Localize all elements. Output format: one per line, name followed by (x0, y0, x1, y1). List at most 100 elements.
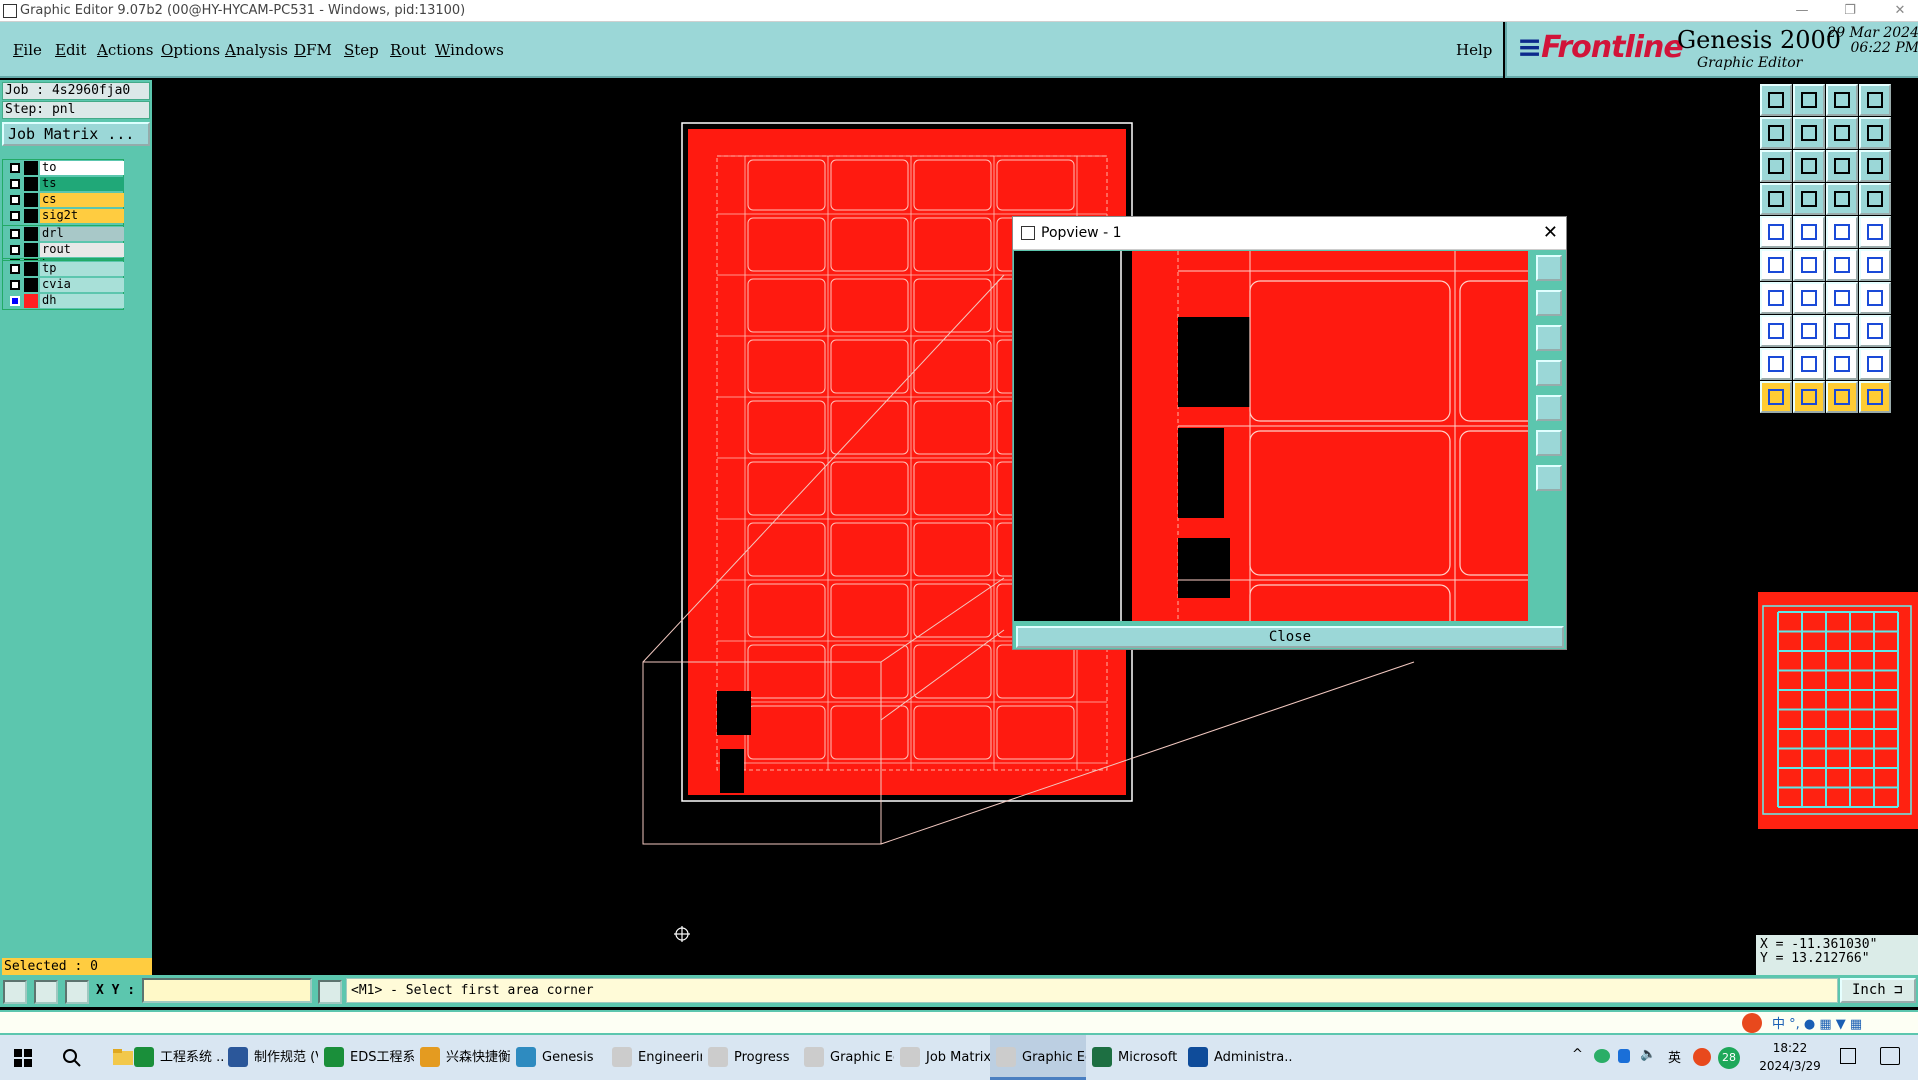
notification-icon[interactable] (1880, 1047, 1900, 1065)
tray-language[interactable]: 英 (1668, 1047, 1681, 1066)
cut-icon[interactable] (1793, 216, 1825, 248)
menu-file[interactable]: File (13, 41, 42, 59)
xy-input[interactable] (142, 978, 312, 1003)
taskbar-item[interactable]: 兴森快捷衡... (414, 1035, 510, 1080)
layer-name[interactable]: sig2t (40, 209, 124, 223)
layer-row-rout[interactable]: rout (3, 242, 124, 258)
popview-canvas[interactable] (1014, 251, 1528, 621)
unlink-icon[interactable] (1859, 249, 1891, 281)
measure-icon[interactable] (34, 980, 58, 1004)
select-inside-icon[interactable] (1826, 381, 1858, 413)
select-icon[interactable] (1760, 381, 1792, 413)
query-icon[interactable] (1859, 150, 1891, 182)
layer-up-icon[interactable] (1826, 183, 1858, 215)
import-icon[interactable] (1793, 84, 1825, 116)
taskbar-item[interactable]: Graphic Ed... (990, 1035, 1086, 1080)
system-clock[interactable]: 18:22 2024/3/29 (1750, 1039, 1830, 1075)
scale-icon[interactable] (1826, 150, 1858, 182)
minus-icon[interactable] (1793, 315, 1825, 347)
layer-checkbox[interactable] (10, 195, 20, 205)
layer-checkbox[interactable] (10, 211, 20, 221)
rotate-right-icon[interactable] (1793, 117, 1825, 149)
taskbar-item[interactable]: Engineerin... (606, 1035, 702, 1080)
job-matrix-button[interactable]: Job Matrix ... (2, 122, 150, 146)
bridge-icon[interactable] (1859, 348, 1891, 380)
snap-icon[interactable] (3, 980, 27, 1004)
taskbar-item[interactable]: Microsoft ... (1086, 1035, 1182, 1080)
intersect-icon[interactable] (1793, 249, 1825, 281)
show-desktop-icon[interactable] (1840, 1048, 1856, 1064)
arch-icon[interactable] (1826, 348, 1858, 380)
angle-icon[interactable] (1760, 282, 1792, 314)
minimize-icon[interactable]: — (1790, 0, 1814, 22)
link-icon[interactable] (1826, 249, 1858, 281)
pan-icon[interactable] (1760, 183, 1792, 215)
taskbar-item[interactable]: Progress (702, 1035, 798, 1080)
layer-checkbox[interactable] (10, 163, 20, 173)
taskbar-item[interactable]: EDS工程系统 (318, 1035, 414, 1080)
layer-row-dh[interactable]: dh (3, 293, 124, 309)
popview-title-bar[interactable]: Popview - 1 ✕ (1013, 217, 1566, 250)
center-icon[interactable] (1793, 150, 1825, 182)
layer-name[interactable]: drl (40, 227, 124, 241)
export-icon[interactable] (1760, 84, 1792, 116)
menu-step[interactable]: Step (344, 41, 379, 59)
measure-icon[interactable] (1826, 315, 1858, 347)
taskbar-item[interactable]: Job Matrix... (894, 1035, 990, 1080)
menu-dfm[interactable]: DFM (294, 41, 332, 59)
peak-icon[interactable] (1793, 348, 1825, 380)
layer-checkbox[interactable] (10, 296, 20, 306)
command-line[interactable] (0, 1010, 1918, 1035)
taskbar-item[interactable]: Graphic Ed... (798, 1035, 894, 1080)
zoom-out-icon[interactable] (1536, 465, 1562, 491)
pan-left-icon[interactable] (1536, 360, 1562, 386)
text-cursor-icon[interactable] (318, 980, 342, 1004)
menu-actions[interactable]: Actions (97, 41, 153, 59)
ruler-icon[interactable] (1826, 216, 1858, 248)
tray-badge[interactable]: 28 (1718, 1047, 1740, 1069)
copy-icon[interactable] (1859, 315, 1891, 347)
volume-icon[interactable]: 🔈 (1640, 1047, 1656, 1062)
overview-minimap[interactable] (1758, 592, 1918, 829)
layer-row-cs[interactable]: cs (3, 192, 124, 208)
layer-row-to[interactable]: to (3, 160, 124, 176)
dot-icon[interactable] (1859, 216, 1891, 248)
select-alt-icon[interactable] (1793, 381, 1825, 413)
menu-windows[interactable]: Windows (435, 41, 504, 59)
close-window-icon[interactable]: ✕ (1888, 0, 1912, 22)
units-selector[interactable]: Inch ⊐ (1840, 978, 1916, 1003)
align-icon[interactable] (1859, 282, 1891, 314)
menu-help[interactable]: Help (1456, 41, 1492, 59)
pad-icon[interactable] (1760, 216, 1792, 248)
add-pad-icon[interactable] (1760, 315, 1792, 347)
menu-edit[interactable]: Edit (55, 41, 86, 59)
search-icon[interactable] (62, 1048, 82, 1068)
layer-row-ts[interactable]: ts (3, 176, 124, 192)
layer-name[interactable]: ts (40, 177, 124, 191)
line-icon[interactable] (1793, 282, 1825, 314)
taskbar-item[interactable]: Administra... (1182, 1035, 1292, 1080)
grid-fill-icon[interactable] (1793, 183, 1825, 215)
layer-name[interactable]: dh (40, 294, 124, 308)
popview-close-button[interactable]: Close (1016, 626, 1564, 648)
split-icon[interactable] (1859, 117, 1891, 149)
layer-row-sig2t[interactable]: sig2t (3, 208, 124, 224)
swap-icon[interactable] (1826, 117, 1858, 149)
grid-icon[interactable] (65, 980, 89, 1004)
layer-row-tp[interactable]: tp (3, 261, 124, 277)
layer-checkbox[interactable] (10, 179, 20, 189)
pan-right-icon[interactable] (1536, 395, 1562, 421)
zoom-in-icon[interactable] (1536, 430, 1562, 456)
sogou-icon[interactable] (1693, 1048, 1711, 1066)
select-route-icon[interactable] (1859, 381, 1891, 413)
layer-name[interactable]: cs (40, 193, 124, 207)
layer-checkbox[interactable] (10, 264, 20, 274)
menu-analysis[interactable]: Analysis (225, 41, 288, 59)
wechat-icon[interactable] (1594, 1049, 1610, 1063)
layer-down-icon[interactable] (1859, 183, 1891, 215)
close-icon[interactable]: ✕ (1543, 217, 1558, 249)
rotate-left-icon[interactable] (1760, 117, 1792, 149)
taskbar-item[interactable]: 制作规范 (V... (222, 1035, 318, 1080)
taskbar-item[interactable]: 工程系统 ... (128, 1035, 224, 1080)
triangle-icon[interactable] (1760, 348, 1792, 380)
